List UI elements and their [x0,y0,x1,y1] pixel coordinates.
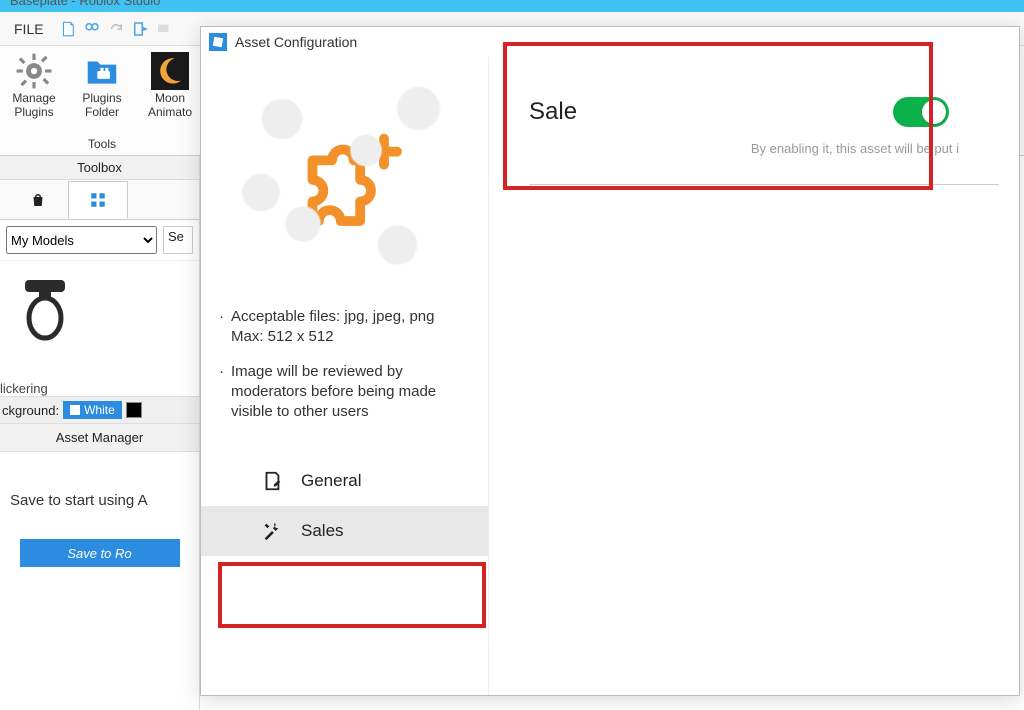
folder-icon [83,52,121,90]
ribbon-button-label: Moon Animato [140,92,200,120]
find-icon[interactable] [82,19,102,39]
asset-configuration-modal: Asset Configuration Acceptable files: jp… [200,26,1020,696]
menu-item-label: General [301,471,361,491]
moon-icon [151,52,189,90]
plugins-folder-button[interactable]: Plugins Folder [72,48,132,120]
shopping-bag-icon [29,191,47,209]
tools-icon [261,520,283,542]
file-menu[interactable]: FILE [4,21,54,37]
menu-item-general[interactable]: General [201,456,488,506]
swatch-icon [70,405,80,415]
toolbox-filter-row: My Models Se [0,220,199,261]
background-black-chip[interactable] [126,402,142,418]
redo-icon[interactable] [106,19,126,39]
sale-hint: By enabling it, this asset will be put i [529,141,959,156]
toolbox-model-list [0,261,199,381]
toolbox-search-input[interactable]: Se [163,226,193,254]
divider [529,184,999,185]
note-item: Acceptable files: jpg, jpeg, png Max: 51… [231,307,464,348]
background-row: ckground: White [0,396,199,424]
modal-content: Sale By enabling it, this asset will be … [489,57,1019,695]
lamp-icon [17,276,73,346]
model-name-label: lickering [0,381,199,396]
asset-manager-message: Save to start using A [0,452,199,519]
toolbox-category-select[interactable]: My Models [6,226,157,254]
roblox-icon [209,33,227,51]
sale-label: Sale [529,98,577,126]
upload-notes: Acceptable files: jpg, jpeg, png Max: 51… [201,287,488,446]
menu-item-label: Sales [301,521,344,541]
manage-plugins-button[interactable]: Manage Plugins [4,48,64,120]
asset-manager-header: Asset Manager [0,424,199,452]
save-to-roblox-button[interactable]: Save to Ro [20,539,180,567]
toggle-knob [922,100,946,124]
sale-toggle[interactable] [893,97,949,127]
toolbox-tab-inventory[interactable] [68,181,128,219]
title-bar: Baseplate - Roblox Studio [0,0,1024,12]
window-title: Baseplate - Roblox Studio [10,0,160,8]
toolbox-tabs [0,180,199,220]
menu-item-sales[interactable]: Sales [201,506,488,556]
note-item: Image will be reviewed by moderators bef… [231,362,464,423]
toolbox-tab-marketplace[interactable] [8,181,68,219]
ribbon-group-tools: Manage Plugins Plugins Folder Moon Anima… [0,46,205,155]
ribbon-button-label: Plugins Folder [72,92,132,120]
ribbon-button-label: Manage Plugins [4,92,64,120]
background-white-chip[interactable]: White [63,401,122,419]
modal-title-label: Asset Configuration [235,34,357,50]
asset-thumbnail-upload[interactable] [240,77,450,287]
ribbon-group-caption: Tools [88,137,116,153]
document-edit-icon [261,470,283,492]
modal-sidebar: Acceptable files: jpg, jpeg, png Max: 51… [201,57,489,695]
more-icon[interactable] [154,19,174,39]
gear-icon [15,52,53,90]
left-panel: Toolbox My Models Se lickering ckground:… [0,156,200,710]
modal-side-menu: General Sales [201,456,488,556]
modal-title-bar: Asset Configuration [201,27,1019,57]
puzzle-plus-icon [280,117,410,247]
grid-icon [89,191,107,209]
new-file-icon[interactable] [58,19,78,39]
export-icon[interactable] [130,19,150,39]
moon-animator-button[interactable]: Moon Animato [140,48,200,120]
toolbox-header: Toolbox [0,156,199,180]
background-label: ckground: [2,403,59,418]
sale-row: Sale [529,97,949,127]
model-thumbnail[interactable] [10,271,80,351]
